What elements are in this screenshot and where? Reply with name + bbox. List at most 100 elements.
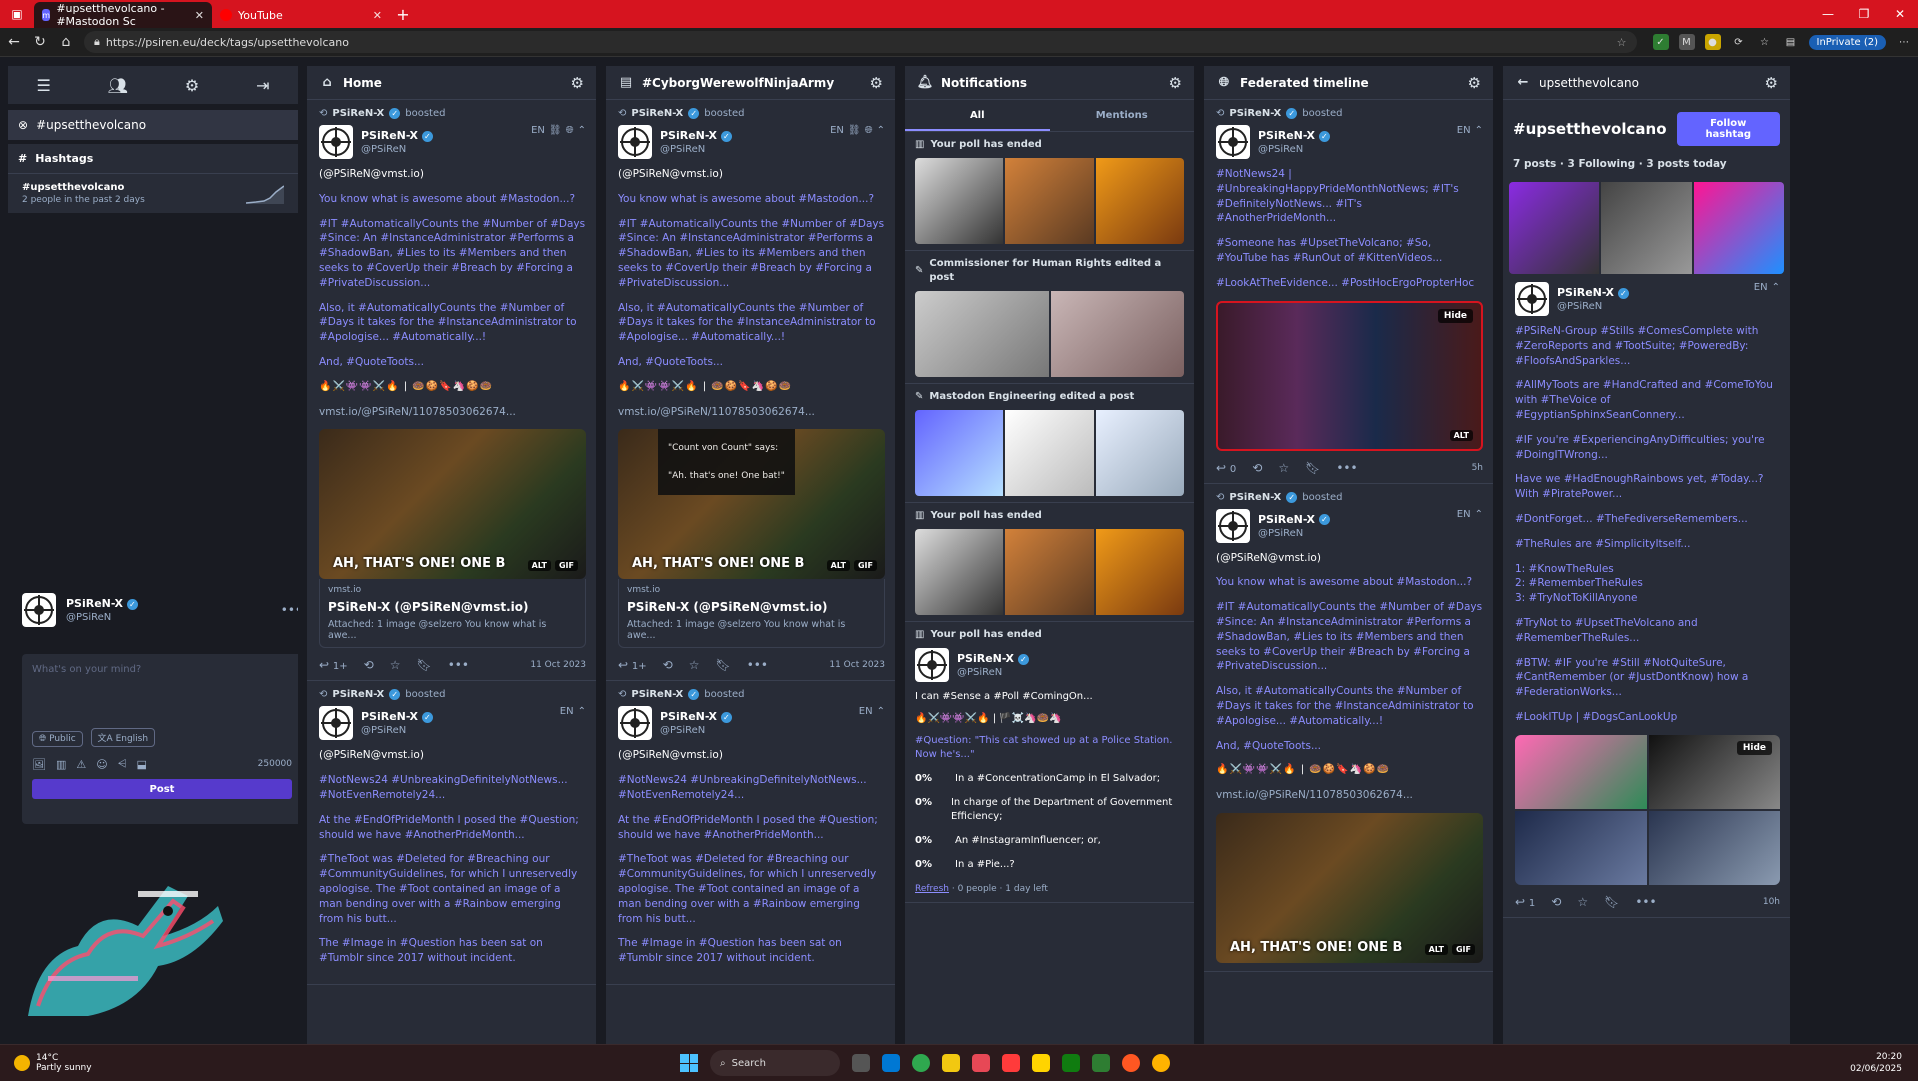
column-settings-icon[interactable]: ⚙︎ bbox=[1169, 74, 1182, 92]
quote-icon[interactable]: ⬓ bbox=[137, 758, 147, 771]
task-view-icon[interactable] bbox=[852, 1054, 870, 1072]
avatar[interactable] bbox=[319, 706, 353, 741]
booster-name[interactable]: PSiReN-X bbox=[1229, 492, 1281, 503]
author-name[interactable]: PSiReN-X bbox=[361, 710, 418, 723]
reply-icon[interactable]: ↩ 1+ bbox=[319, 658, 348, 672]
post-button[interactable]: Post bbox=[32, 779, 292, 799]
status-item[interactable]: ⟲ PSiReN-X ✓ boosted PSiReN-X ✓ @PSiReN EN ⌃ … bbox=[606, 681, 895, 985]
author-name[interactable]: PSiReN-X bbox=[361, 129, 418, 142]
preferences-icon[interactable]: ⚙︎ bbox=[185, 76, 199, 95]
column-header[interactable]: ⌂ Home ⚙︎ bbox=[307, 66, 596, 100]
chart-app-icon[interactable] bbox=[1092, 1054, 1110, 1072]
avatar[interactable] bbox=[319, 125, 353, 159]
collapse-icon[interactable]: ⌃ bbox=[578, 125, 586, 136]
app-icon[interactable] bbox=[1152, 1054, 1170, 1072]
link-card[interactable]: vmst.io PSiReN-X (@PSiReN@vmst.io) Attac… bbox=[618, 579, 885, 649]
column-settings-icon[interactable]: ⚙︎ bbox=[1468, 74, 1481, 92]
maximize-icon[interactable]: ❐ bbox=[1846, 7, 1882, 21]
url-field[interactable]: 🔒︎ https://psiren.eu/deck/tags/upsetthev… bbox=[84, 31, 1637, 53]
maps-icon[interactable] bbox=[1122, 1054, 1140, 1072]
column-settings-icon[interactable]: ⚙︎ bbox=[1765, 74, 1778, 92]
status-date[interactable]: 10h bbox=[1763, 897, 1780, 907]
author-name[interactable]: PSiReN-X bbox=[660, 710, 717, 723]
notification-item[interactable]: ▥ Your poll has ended PSiReN-X ✓ @PSiReN I… bbox=[905, 622, 1194, 903]
status-item[interactable]: ⟲ PSiReN-X ✓ boosted PSiReN-X ✓ @PSiReN EN ⛓︎… bbox=[307, 100, 596, 682]
status-link[interactable]: vmst.io/@PSiReN/11078503062674... bbox=[319, 405, 586, 420]
boost-button-icon[interactable]: ⟲ bbox=[364, 658, 374, 672]
outlook-icon[interactable] bbox=[882, 1054, 900, 1072]
author-name[interactable]: PSiReN-X bbox=[1557, 286, 1614, 299]
favourite-star-icon[interactable]: ☆ bbox=[390, 658, 401, 672]
boost-button-icon[interactable]: ⟲ bbox=[1252, 461, 1262, 475]
hashtag-preview-media[interactable] bbox=[1503, 182, 1790, 274]
status-item[interactable]: ⟲ PSiReN-X ✓ boosted PSiReN-X ✓ @PSiReN EN ⌃ … bbox=[307, 681, 596, 985]
author-name[interactable]: PSiReN-X bbox=[1258, 129, 1315, 142]
weather-widget[interactable]: 14°C Partly sunny bbox=[0, 1053, 300, 1073]
status-date[interactable]: 5h bbox=[1472, 463, 1483, 473]
emoji-icon[interactable]: ☺ bbox=[96, 758, 107, 771]
status-date[interactable]: 11 Oct 2023 bbox=[829, 660, 885, 670]
collapse-icon[interactable]: ⌃ bbox=[1772, 282, 1780, 293]
avatar[interactable] bbox=[22, 593, 56, 627]
column-settings-icon[interactable]: ⚙︎ bbox=[571, 74, 584, 92]
more-icon[interactable]: ••• bbox=[747, 658, 768, 672]
booster-name[interactable]: PSiReN-X bbox=[332, 689, 384, 700]
sidebar-active-tag[interactable]: ⊗ #upsetthevolcano bbox=[8, 110, 298, 140]
more-icon[interactable]: ••• bbox=[1336, 461, 1357, 475]
column-header[interactable]: ▤ #CyborgWerewolfNinjaArmy ⚙︎ bbox=[606, 66, 895, 100]
status-link[interactable]: vmst.io/@PSiReN/11078503062674... bbox=[1216, 788, 1483, 803]
column-header[interactable]: 🌐︎ Federated timeline ⚙︎ bbox=[1204, 66, 1493, 100]
app-icon[interactable] bbox=[1002, 1054, 1020, 1072]
notification-media[interactable] bbox=[915, 291, 1184, 377]
favorite-star-icon[interactable]: ☆ bbox=[1617, 36, 1627, 49]
booster-name[interactable]: PSiReN-X bbox=[1229, 108, 1281, 119]
new-tab-button[interactable]: + bbox=[390, 2, 416, 28]
hide-media-button[interactable]: Hide bbox=[1437, 308, 1473, 323]
back-icon[interactable]: ← bbox=[6, 34, 22, 50]
sync-icon[interactable]: ⟳ bbox=[1731, 34, 1747, 50]
extension-icon[interactable]: ✓ bbox=[1652, 34, 1669, 50]
media-gallery[interactable]: Hide bbox=[1515, 734, 1780, 885]
reply-icon[interactable]: ↩ 0 bbox=[1216, 461, 1236, 475]
edge-icon[interactable] bbox=[912, 1054, 930, 1072]
compose-textarea[interactable]: What's on your mind? bbox=[32, 664, 292, 728]
reply-icon[interactable]: ↩ 1+ bbox=[618, 658, 647, 672]
collections-icon[interactable]: ▤ bbox=[1783, 34, 1799, 50]
language-select[interactable]: 文A English bbox=[90, 728, 156, 747]
boost-button-icon[interactable]: ⟲ bbox=[663, 658, 673, 672]
media-attachment[interactable]: AH, THAT'S ONE! ONE B ALT GIF bbox=[319, 429, 586, 580]
alt-badge[interactable]: ALT bbox=[527, 560, 551, 572]
window-menu-icon[interactable]: ▣ bbox=[0, 0, 34, 28]
bookmark-icon[interactable]: 🔖︎ bbox=[715, 658, 730, 672]
bookmark-icon[interactable]: 🔖︎ bbox=[416, 658, 431, 672]
avatar[interactable] bbox=[1216, 508, 1250, 543]
notification-media[interactable] bbox=[915, 529, 1184, 615]
collapse-icon[interactable]: ⌃ bbox=[1475, 509, 1483, 520]
avatar[interactable] bbox=[618, 706, 652, 741]
people-icon[interactable]: 👥︎ bbox=[108, 76, 128, 95]
inprivate-badge[interactable]: InPrivate (2) bbox=[1808, 34, 1886, 50]
back-arrow-icon[interactable]: ← bbox=[1515, 75, 1531, 91]
column-header[interactable]: ← upsetthevolcano ⚙︎ bbox=[1503, 66, 1790, 100]
more-icon[interactable]: ••• bbox=[281, 603, 298, 617]
status-item[interactable]: ⟲ PSiReN-X ✓ boosted PSiReN-X ✓ @PSiReN EN ⛓︎… bbox=[606, 100, 895, 682]
status-item[interactable]: ⟲ PSiReN-X ✓ boosted PSiReN-X ✓ @PSiReN EN ⌃ … bbox=[1204, 484, 1493, 972]
media-attachment[interactable]: AH, THAT'S ONE! ONE B ALT GIF bbox=[1216, 812, 1483, 963]
app-icon[interactable] bbox=[1032, 1054, 1050, 1072]
tab-mastodon[interactable]: m #upsetthevolcano - #Mastodon Sc ✕ bbox=[34, 2, 212, 28]
taskbar-search[interactable]: ⌕ Search bbox=[710, 1050, 840, 1076]
booster-name[interactable]: PSiReN-X bbox=[631, 689, 683, 700]
avatar[interactable] bbox=[618, 125, 652, 159]
notification-item[interactable]: ✎ Commissioner for Human Rights edited a … bbox=[905, 251, 1194, 384]
image-upload-icon[interactable]: 🖼︎ bbox=[32, 758, 46, 771]
collapse-icon[interactable]: ⌃ bbox=[1475, 125, 1483, 136]
bookmark-icon[interactable]: 🔖︎ bbox=[1305, 461, 1320, 475]
hide-media-button[interactable]: Hide bbox=[1736, 740, 1772, 755]
link-card[interactable]: vmst.io PSiReN-X (@PSiReN@vmst.io) Attac… bbox=[319, 579, 586, 649]
favourite-star-icon[interactable]: ☆ bbox=[1278, 461, 1289, 475]
collapse-icon[interactable]: ⌃ bbox=[877, 125, 885, 136]
favourite-star-icon[interactable]: ☆ bbox=[689, 658, 700, 672]
notification-item[interactable]: ✎ Mastodon Engineering edited a post bbox=[905, 384, 1194, 503]
alt-badge[interactable]: ALT bbox=[826, 560, 850, 572]
author-name[interactable]: PSiReN-X bbox=[1258, 513, 1315, 526]
